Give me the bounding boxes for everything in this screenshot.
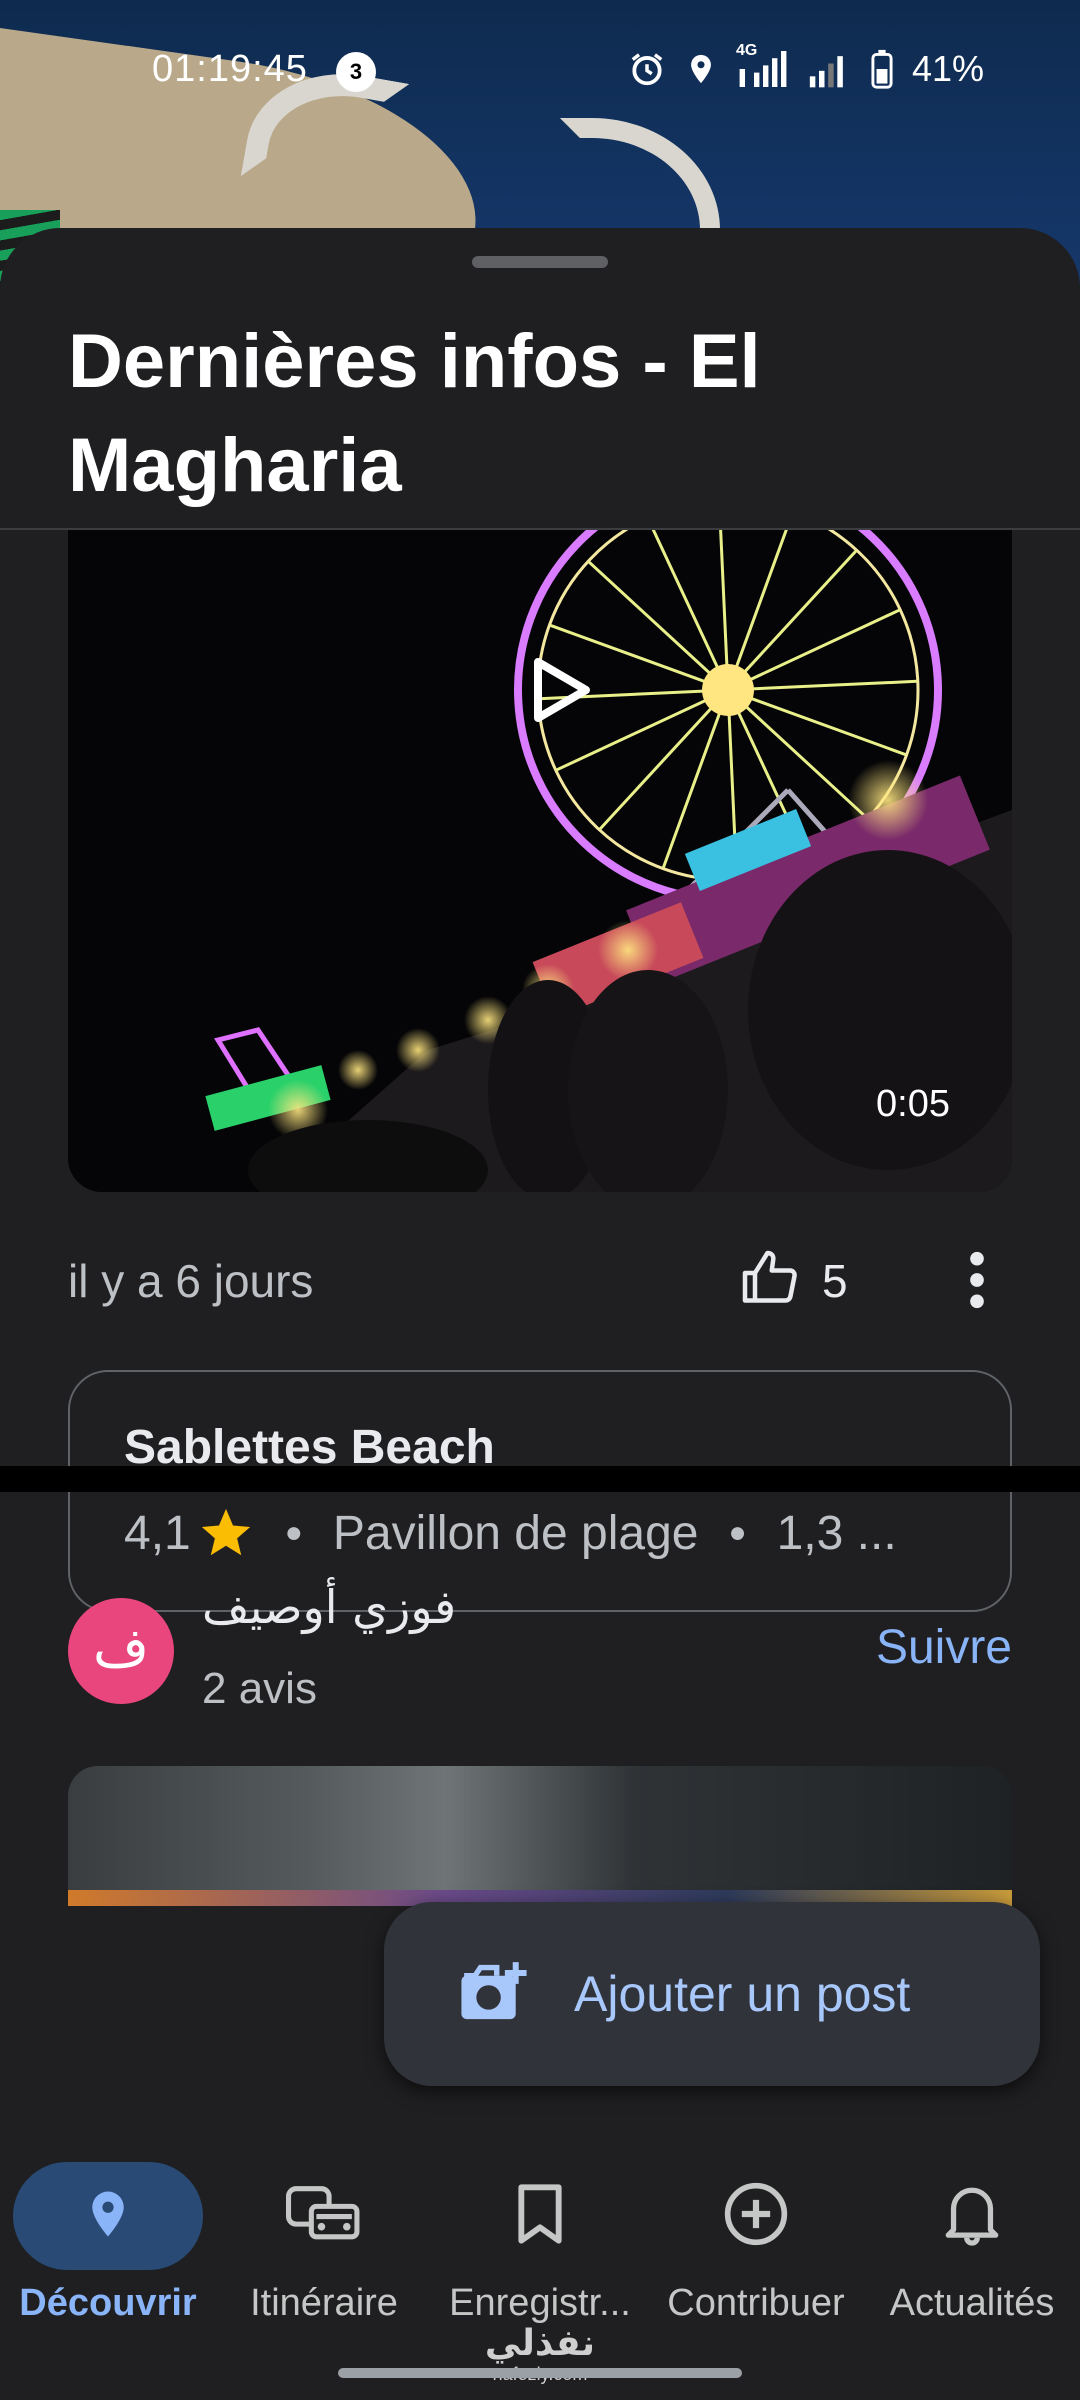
post-video[interactable]: 0:05 [68, 530, 1012, 1192]
video-thumbnail [68, 530, 1012, 1192]
commute-icon [286, 2182, 362, 2251]
author-name[interactable]: فوزي أوصيف [202, 1580, 456, 1634]
status-bar: 01:19:45 3 4G 41% [0, 42, 1080, 96]
notification-badge: 3 [336, 52, 376, 92]
add-photo-icon [384, 1958, 532, 2031]
nav-icon-container [445, 2162, 635, 2270]
battery-level: 41% [911, 48, 984, 89]
add-post-label: Ajouter un post [574, 1966, 911, 2022]
like-count: 5 [822, 1254, 848, 1307]
nav-item-actualites[interactable]: Actualités [864, 2144, 1080, 2344]
nav-item-decouvrir[interactable]: Découvrir [0, 2144, 216, 2344]
nav-label: Actualités [889, 2282, 1055, 2324]
signal-4g-icon: 4G [736, 42, 790, 88]
section-separator [0, 1466, 1080, 1492]
battery-icon [870, 49, 894, 89]
play-icon[interactable] [518, 650, 598, 730]
add-post-button[interactable]: Ajouter un post [384, 1902, 1040, 2086]
sheet-title: Dernières infos - El Magharia [68, 319, 761, 508]
watermark-arabic: نفذلي [484, 2323, 596, 2364]
nav-icon-container [661, 2162, 851, 2270]
add-circle-icon [722, 2180, 790, 2253]
place-distance: 1,3 ... [776, 1506, 897, 1560]
nav-icon-container [13, 2162, 203, 2270]
nav-item-itineraire[interactable]: Itinéraire [216, 2144, 432, 2344]
gesture-bar[interactable] [338, 2368, 742, 2378]
location-icon [684, 50, 718, 88]
network-type: 4G [735, 42, 758, 59]
follow-button[interactable]: Suivre [876, 1620, 1012, 1675]
place-category: Pavillon de plage [332, 1506, 699, 1560]
post-time-ago: il y a 6 jours [68, 1255, 314, 1307]
bell-icon [943, 2181, 1001, 2252]
separator-dot: ● [728, 1516, 747, 1549]
status-icons: 4G 41% [628, 42, 984, 90]
signal-icon [808, 50, 852, 88]
drag-handle[interactable] [472, 256, 608, 268]
location-pin-icon [81, 2184, 135, 2249]
video-duration: 0:05 [876, 1083, 950, 1125]
alarm-icon [628, 50, 666, 88]
separator-dot: ● [284, 1516, 303, 1549]
bookmark-icon [515, 2182, 565, 2251]
thumbs-up-icon [738, 1248, 802, 1313]
nav-item-contribuer[interactable]: Contribuer [648, 2144, 864, 2344]
avatar[interactable]: ف [68, 1598, 174, 1704]
place-meta: 4,1 ● Pavillon de plage ● 1,3 ... [124, 1504, 974, 1562]
post-meta: il y a 6 jours 5 [68, 1248, 1012, 1318]
star-icon [201, 1508, 250, 1556]
status-clock: 01:19:45 [152, 48, 308, 90]
author-reviews: 2 avis [202, 1664, 317, 1713]
post-image[interactable] [68, 1766, 1012, 1906]
like-button[interactable]: 5 [738, 1248, 848, 1313]
nav-icon-container [229, 2162, 419, 2270]
nav-icon-container [877, 2162, 1067, 2270]
nav-item-enregistres[interactable]: Enregistr... [432, 2144, 648, 2344]
more-options-icon[interactable] [962, 1248, 992, 1312]
place-rating: 4,1 [124, 1506, 191, 1560]
